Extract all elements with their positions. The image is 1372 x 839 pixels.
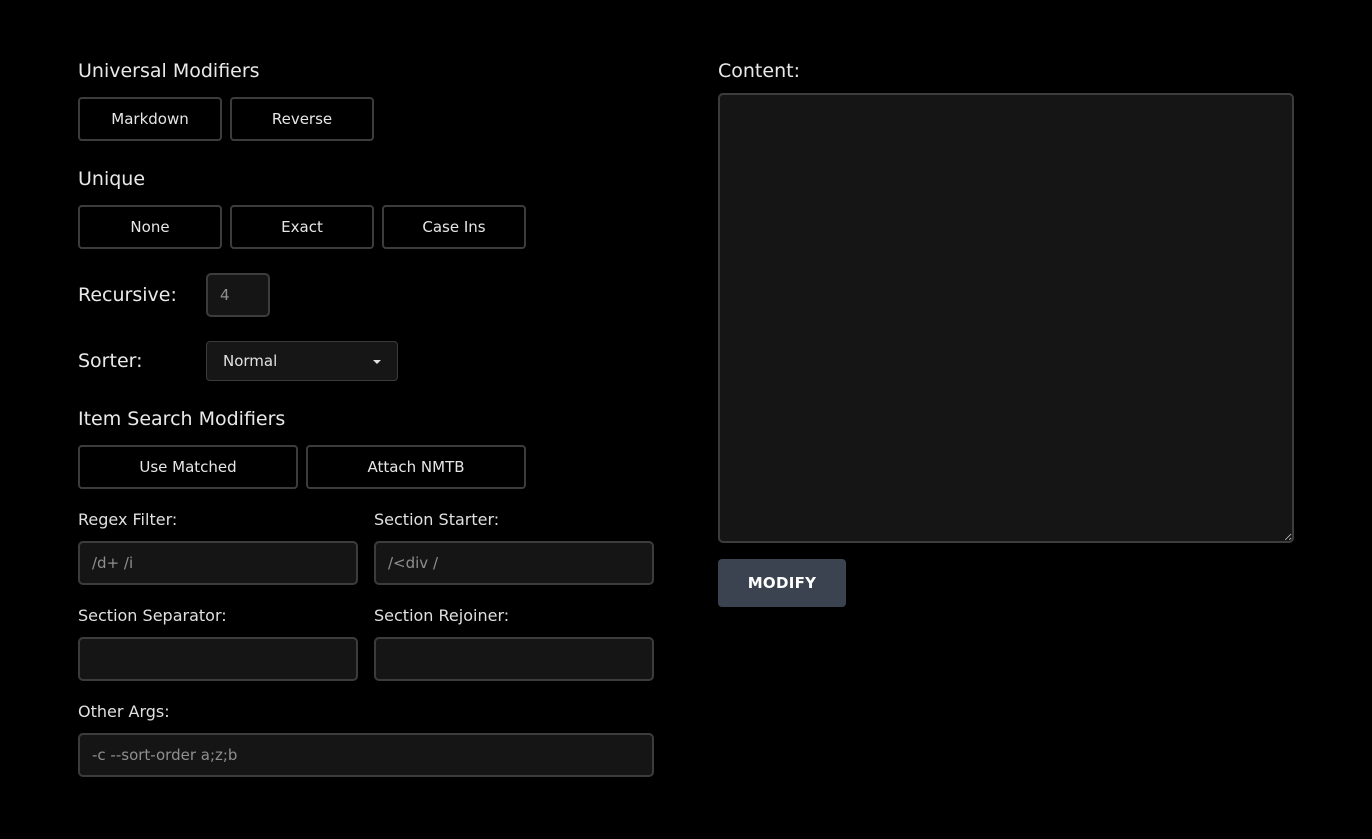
- sorter-select[interactable]: Normal: [206, 341, 398, 381]
- section-rejoiner-input[interactable]: [374, 637, 654, 681]
- section-starter-label: Section Starter:: [374, 510, 500, 529]
- sorter-selected-value: Normal: [223, 352, 278, 370]
- section-separator-input[interactable]: [78, 637, 358, 681]
- unique-none-button[interactable]: None: [78, 205, 222, 249]
- recursive-label: Recursive:: [78, 284, 177, 306]
- other-args-input[interactable]: [78, 733, 654, 777]
- sorter-label: Sorter:: [78, 350, 143, 372]
- regex-filter-input[interactable]: [78, 541, 358, 585]
- unique-exact-button[interactable]: Exact: [230, 205, 374, 249]
- reverse-button[interactable]: Reverse: [230, 97, 374, 141]
- page: Universal Modifiers Markdown Reverse Uni…: [0, 0, 1372, 839]
- universal-modifiers-heading: Universal Modifiers: [78, 60, 260, 82]
- unique-case-ins-button[interactable]: Case Ins: [382, 205, 526, 249]
- section-starter-input[interactable]: [374, 541, 654, 585]
- item-search-modifiers-heading: Item Search Modifiers: [78, 408, 286, 430]
- modify-button[interactable]: MODIFY: [718, 559, 846, 607]
- use-matched-button[interactable]: Use Matched: [78, 445, 298, 489]
- unique-heading: Unique: [78, 168, 146, 190]
- recursive-input[interactable]: [206, 273, 270, 317]
- section-separator-label: Section Separator:: [78, 606, 227, 625]
- unique-buttons: None Exact Case Ins: [78, 205, 526, 249]
- regex-filter-label: Regex Filter:: [78, 510, 178, 529]
- attach-nmtb-button[interactable]: Attach NMTB: [306, 445, 526, 489]
- other-args-label: Other Args:: [78, 702, 170, 721]
- item-search-modifiers-buttons: Use Matched Attach NMTB: [78, 445, 526, 489]
- content-textarea[interactable]: [718, 93, 1294, 543]
- markdown-button[interactable]: Markdown: [78, 97, 222, 141]
- content-label: Content:: [718, 60, 800, 82]
- universal-modifiers-buttons: Markdown Reverse: [78, 97, 374, 141]
- section-rejoiner-label: Section Rejoiner:: [374, 606, 510, 625]
- caret-down-icon: [373, 360, 381, 364]
